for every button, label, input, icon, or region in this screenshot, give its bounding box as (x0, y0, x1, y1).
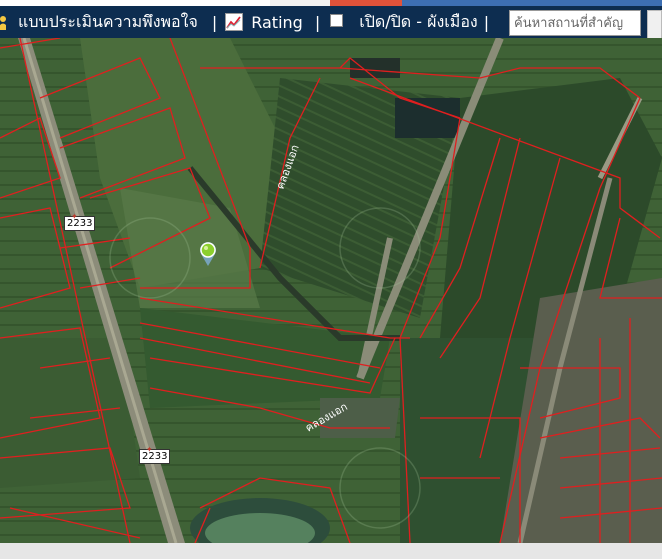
checkbox-icon[interactable] (330, 13, 344, 27)
rating-label[interactable]: Rating (251, 13, 303, 32)
user-icon (0, 14, 8, 30)
road-shield-icon: ✦ (146, 445, 153, 454)
road-shield-icon: ✦ (71, 212, 78, 221)
rating-item[interactable]: Rating (223, 6, 303, 38)
toolbar-separator: | (314, 12, 321, 32)
chart-icon (225, 13, 244, 31)
survey-item[interactable]: แบบประเมินความพึงพอใจ (0, 6, 198, 38)
toolbar-separator: | (483, 12, 490, 32)
bottom-bar (0, 543, 662, 559)
road-shield: ✦ 2233 (139, 445, 171, 464)
toolbar-separator: | (211, 12, 218, 32)
survey-label[interactable]: แบบประเมินความพึงพอใจ (18, 10, 198, 35)
zoning-toggle-label[interactable]: เปิด/ปิด - ผังเมือง (359, 10, 478, 35)
place-search-input[interactable] (509, 10, 641, 36)
road-shield: ✦ 2233 (64, 212, 96, 231)
satellite-map[interactable]: คลองแอก คลองแอก (0, 38, 662, 543)
zoning-toggle-item[interactable]: เปิด/ปิด - ผังเมือง (326, 6, 478, 38)
